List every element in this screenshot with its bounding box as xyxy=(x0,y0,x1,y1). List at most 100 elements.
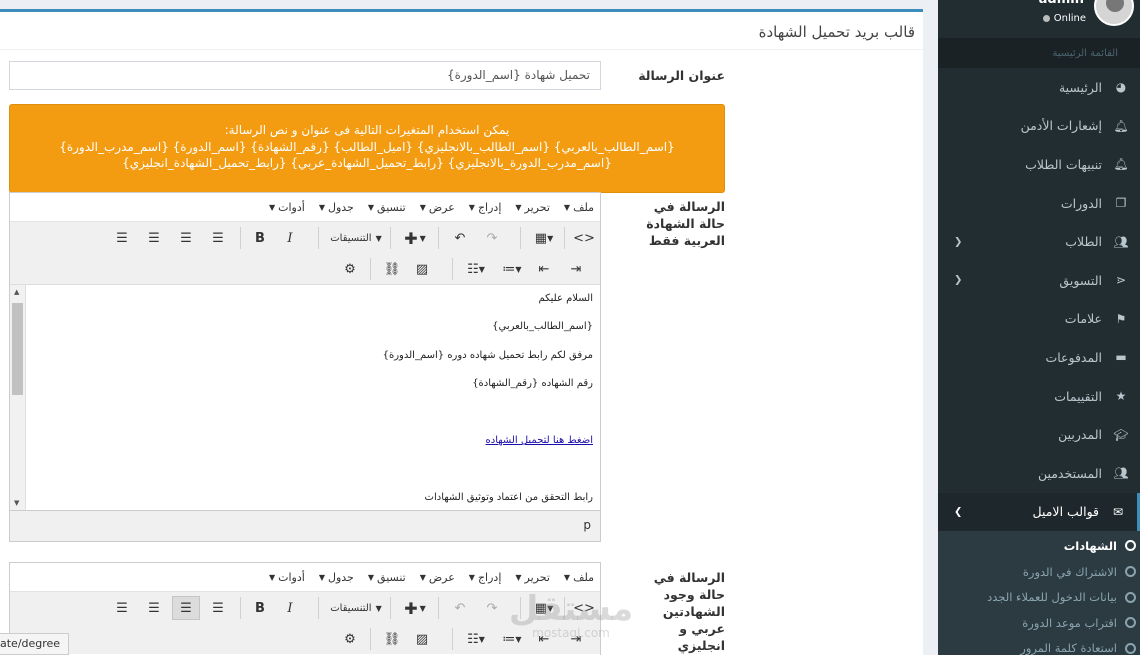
menu-header: القائمة الرئيسية xyxy=(938,38,1140,68)
menu-view[interactable]: عرض ▼ xyxy=(420,571,455,584)
sidebar-item-signs[interactable]: ⚑ علامات xyxy=(938,300,1140,339)
sidebar-item-trainers[interactable]: 🎓︎ المدربين xyxy=(938,415,1140,454)
bell-icon: 🔔︎ xyxy=(1113,157,1129,172)
menu-tools[interactable]: أدوات ▼ xyxy=(269,201,305,214)
content-line: {اسم_الطالب_بالعربي} xyxy=(492,321,593,332)
undo-icon[interactable]: ↶ xyxy=(448,596,472,620)
sidebar-item-courses[interactable]: ❐ الدورات xyxy=(938,184,1140,223)
share-icon: ⋖ xyxy=(1115,273,1127,288)
table-icon[interactable]: ▦ ▼ xyxy=(530,596,560,620)
align-center-icon[interactable]: ☰ xyxy=(142,596,166,620)
editor-toolbar: <> ▦ ▼ ↷ ↶ ✚ ▼ التنسيقات ▼ I B ☰ ☰ ☰ ☰ ⇥… xyxy=(10,221,600,284)
align-justify-icon[interactable]: ☰ xyxy=(206,596,230,620)
editor-content[interactable]: ▲ ▼ السلام عليكم {اسم_الطالب_بالعربي} مر… xyxy=(10,284,600,510)
italic-icon[interactable]: I xyxy=(278,596,302,620)
menu-tools[interactable]: أدوات ▼ xyxy=(269,571,305,584)
gear-icon[interactable]: ⚙ xyxy=(338,627,362,651)
alert-line: {اسم_مدرب_الدورة_بالانجليزي} {رابط_تحميل… xyxy=(122,156,612,170)
indent-icon[interactable]: ⇥ xyxy=(564,257,588,281)
star-icon: ★ xyxy=(1115,389,1127,404)
sidebar-item-ratings[interactable]: ★ التقييمات xyxy=(938,377,1140,416)
redo-icon[interactable]: ↷ xyxy=(480,596,504,620)
bullet-list-icon[interactable]: ☷ ▼ xyxy=(460,257,492,281)
content-line: رقم الشهاده {رقم_الشهادة} xyxy=(472,378,593,389)
link-icon[interactable]: ⛓ xyxy=(380,257,404,281)
menu-table[interactable]: جدول ▼ xyxy=(319,571,354,584)
code-icon[interactable]: <> xyxy=(572,226,596,250)
sidebar-subitem-new-client-login[interactable]: بيانات الدخول للعملاء الجدد xyxy=(938,584,1140,610)
sidebar-item-home[interactable]: ◕ الرئيسية xyxy=(938,68,1140,107)
user-panel: admin Online xyxy=(938,0,1140,38)
sidebar-subitem-certificates[interactable]: الشهادات xyxy=(938,533,1140,559)
dashboard-icon: ◕ xyxy=(1115,80,1127,95)
image-icon[interactable]: ▨ xyxy=(410,257,434,281)
main-box: قالب بريد تحميل الشهادة عنوان الرسالة تح… xyxy=(0,9,923,655)
menu-insert[interactable]: إدراج ▼ xyxy=(469,201,502,214)
circle-icon xyxy=(1125,591,1136,603)
align-right-icon[interactable]: ☰ xyxy=(174,226,198,250)
chevron-down-icon: ❯ xyxy=(954,506,963,518)
link-icon[interactable]: ⛓ xyxy=(380,627,404,651)
users-icon: 👥︎ xyxy=(1113,234,1129,249)
formats-dropdown[interactable]: التنسيقات ▼ xyxy=(326,226,386,250)
outdent-icon[interactable]: ⇤ xyxy=(532,257,556,281)
insert-plus-icon[interactable]: ✚ ▼ xyxy=(400,226,430,250)
sidebar-item-students[interactable]: 👥︎ الطلاب ❮ xyxy=(938,222,1140,261)
numbered-list-icon[interactable]: ≔ ▼ xyxy=(498,257,526,281)
sidebar-item-email-templates[interactable]: ✉ قوالب الاميل ❯ xyxy=(938,492,1140,532)
outdent-icon[interactable]: ⇤ xyxy=(532,627,556,651)
align-left-icon[interactable]: ☰ xyxy=(110,596,134,620)
italic-icon[interactable]: I xyxy=(278,226,302,250)
menu-table[interactable]: جدول ▼ xyxy=(319,201,354,214)
menu-view[interactable]: عرض ▼ xyxy=(420,201,455,214)
sidebar-item-admin-notifications[interactable]: 🔔︎ إشعارات الأدمن xyxy=(938,107,1140,146)
subject-label: عنوان الرسالة xyxy=(638,68,725,83)
menu-edit[interactable]: تحرير ▼ xyxy=(515,201,550,214)
indent-icon[interactable]: ⇥ xyxy=(564,627,588,651)
sidebar-subitem-course-reminder[interactable]: اقتراب موعد الدورة xyxy=(938,610,1140,636)
sidebar-item-marketing[interactable]: ⋖ التسويق ❮ xyxy=(938,261,1140,300)
sidebar: admin Online القائمة الرئيسية ◕ الرئيسية… xyxy=(938,0,1140,655)
scroll-up-icon[interactable]: ▲ xyxy=(14,288,19,296)
image-icon[interactable]: ▨ xyxy=(410,627,434,651)
menu-format[interactable]: تنسيق ▼ xyxy=(368,201,406,214)
sidebar-item-payments[interactable]: ▬ المدفوعات xyxy=(938,338,1140,377)
undo-icon[interactable]: ↶ xyxy=(448,226,472,250)
circle-icon xyxy=(1125,540,1136,552)
scroll-down-icon[interactable]: ▼ xyxy=(14,499,19,507)
menu-edit[interactable]: تحرير ▼ xyxy=(515,571,550,584)
status-url-tooltip: ate/degree xyxy=(0,633,70,655)
numbered-list-icon[interactable]: ≔ ▼ xyxy=(498,627,526,651)
align-left-icon[interactable]: ☰ xyxy=(110,226,134,250)
users-icon: 👥︎ xyxy=(1113,466,1129,481)
menu-file[interactable]: ملف ▼ xyxy=(564,201,594,214)
code-icon[interactable]: <> xyxy=(572,596,596,620)
align-center-icon[interactable]: ☰ xyxy=(142,226,166,250)
menu-format[interactable]: تنسيق ▼ xyxy=(368,571,406,584)
menu-file[interactable]: ملف ▼ xyxy=(564,571,594,584)
sidebar-item-users[interactable]: 👥︎ المستخدمين xyxy=(938,454,1140,493)
sidebar-subitem-password-reset[interactable]: استعادة كلمة المرور xyxy=(938,636,1140,655)
sidebar-item-student-alerts[interactable]: 🔔︎ تنبيهات الطلاب xyxy=(938,145,1140,184)
download-certificate-link[interactable]: اضغط هنا لتحميل الشهاده xyxy=(486,435,593,446)
align-justify-icon[interactable]: ☰ xyxy=(206,226,230,250)
bold-icon[interactable]: B xyxy=(248,596,272,620)
user-status: Online xyxy=(1042,13,1086,24)
table-icon[interactable]: ▦ ▼ xyxy=(530,226,560,250)
menu-insert[interactable]: إدراج ▼ xyxy=(469,571,502,584)
bullet-list-icon[interactable]: ☷ ▼ xyxy=(460,627,492,651)
bold-icon[interactable]: B xyxy=(248,226,272,250)
scroll-thumb[interactable] xyxy=(12,303,23,395)
gear-icon[interactable]: ⚙ xyxy=(338,257,362,281)
redo-icon[interactable]: ↷ xyxy=(480,226,504,250)
insert-plus-icon[interactable]: ✚ ▼ xyxy=(400,596,430,620)
alert-line: يمكن استخدام المتغيرات التالية فى عنوان … xyxy=(224,123,510,137)
formats-dropdown[interactable]: التنسيقات ▼ xyxy=(326,596,386,620)
sidebar-subitem-course-subscription[interactable]: الاشتراك في الدورة xyxy=(938,559,1140,585)
subject-input[interactable]: تحميل شهادة {اسم_الدورة} xyxy=(9,61,601,90)
page-title: قالب بريد تحميل الشهادة xyxy=(758,23,915,41)
editor-scrollbar[interactable]: ▲ ▼ xyxy=(10,285,26,510)
circle-icon xyxy=(1125,642,1136,654)
arabic-message-label: الرسالة في حالة الشهادة العربية فقط xyxy=(646,199,725,248)
align-right-icon[interactable]: ☰ xyxy=(172,596,200,620)
